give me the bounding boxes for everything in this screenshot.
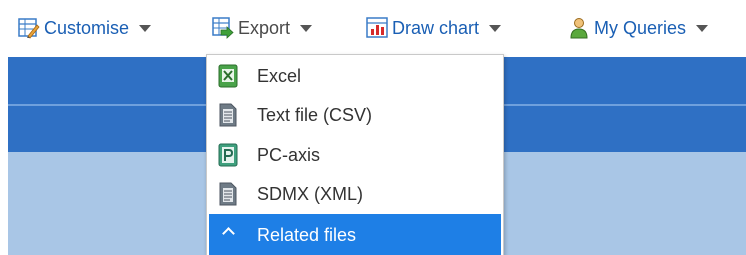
toolbar-item-label: Export bbox=[238, 17, 291, 38]
document-icon bbox=[218, 182, 238, 206]
excel-icon bbox=[218, 64, 238, 88]
chevron-down-icon bbox=[139, 24, 152, 32]
my-queries-menu-button[interactable]: My Queries bbox=[568, 14, 709, 42]
user-icon bbox=[568, 17, 590, 39]
menu-item-label: Text file (CSV) bbox=[257, 104, 373, 125]
toolbar: Customise Export Draw chart My Queries bbox=[0, 0, 746, 55]
menu-item-label: PC-axis bbox=[257, 144, 321, 165]
page: Customise Export Draw chart My Queries E… bbox=[0, 0, 746, 255]
toolbar-item-label: Draw chart bbox=[392, 17, 480, 38]
chevron-down-icon bbox=[489, 24, 502, 32]
draw-chart-menu-button[interactable]: Draw chart bbox=[366, 14, 502, 42]
menu-item-related-files[interactable]: Related files bbox=[209, 214, 501, 255]
menu-item-label: Excel bbox=[257, 65, 302, 86]
menu-item-sdmx[interactable]: SDMX (XML) bbox=[207, 175, 503, 213]
document-icon bbox=[218, 103, 238, 127]
export-menu-button[interactable]: Export bbox=[212, 14, 313, 42]
menu-item-csv[interactable]: Text file (CSV) bbox=[207, 96, 503, 134]
chevron-down-icon bbox=[696, 24, 709, 32]
export-icon bbox=[212, 17, 234, 39]
export-dropdown-menu: Excel Text file (CSV) PC-axis SDMX (XML)… bbox=[206, 54, 504, 255]
chevron-down-icon bbox=[300, 24, 313, 32]
menu-item-excel[interactable]: Excel bbox=[207, 57, 503, 95]
customise-icon bbox=[18, 17, 40, 39]
chart-icon bbox=[366, 17, 388, 39]
menu-item-label: SDMX (XML) bbox=[257, 183, 364, 204]
customise-menu-button[interactable]: Customise bbox=[18, 14, 152, 42]
menu-item-pc-axis[interactable]: PC-axis bbox=[207, 136, 503, 174]
menu-item-label: Related files bbox=[257, 224, 357, 245]
toolbar-item-label: My Queries bbox=[594, 17, 687, 38]
pc-axis-icon bbox=[218, 143, 238, 167]
chevron-up-icon bbox=[222, 227, 235, 240]
toolbar-item-label: Customise bbox=[44, 17, 130, 38]
